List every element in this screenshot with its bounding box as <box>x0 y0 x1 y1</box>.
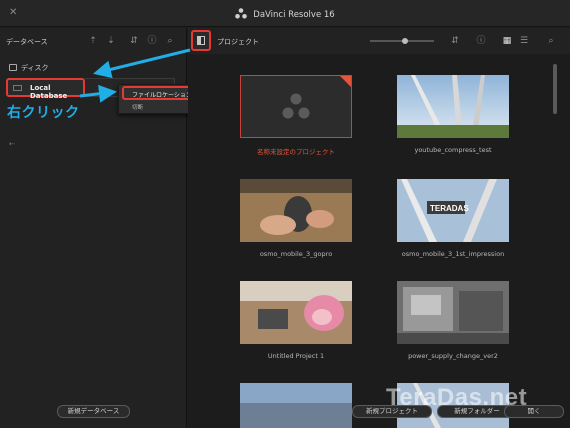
thumbnail-image <box>397 281 509 344</box>
link-icon: ⇠ <box>9 140 15 148</box>
project-name[interactable]: youtube_compress_test <box>373 146 533 154</box>
window-title: DaVinci Resolve 16 <box>0 8 570 20</box>
project-thumbnail[interactable] <box>240 281 352 344</box>
project-thumbnail[interactable] <box>240 383 352 428</box>
database-toolbar: データベース ⇡ ⇣ ⇵ ⓘ ⌕ <box>0 28 187 54</box>
vertical-scrollbar[interactable] <box>553 64 557 114</box>
watermark: TeraDas.net <box>386 384 528 411</box>
disk-icon <box>9 64 17 71</box>
project-name[interactable]: power_supply_change_ver2 <box>373 352 533 360</box>
search-icon[interactable]: ⌕ <box>545 35 557 47</box>
thumbnail-image <box>240 179 352 242</box>
selected-corner-marker <box>340 76 351 87</box>
window-title-text: DaVinci Resolve 16 <box>253 10 335 20</box>
grid-view-icon[interactable]: ▦ <box>501 35 513 47</box>
new-database-button[interactable]: 新規データベース <box>57 405 130 418</box>
panel-toggle-icon <box>197 36 205 45</box>
projects-title: プロジェクト <box>217 38 259 46</box>
search-icon[interactable]: ⌕ <box>164 35 176 47</box>
project-thumbnail[interactable] <box>397 281 509 344</box>
davinci-logo-icon <box>282 93 310 119</box>
project-thumbnail[interactable] <box>397 75 509 138</box>
project-name[interactable]: Untitled Project 1 <box>216 352 376 360</box>
right-click-annotation: 右クリック <box>7 105 80 121</box>
database-title: データベース <box>6 38 48 46</box>
disconnect-menu-item[interactable]: 切断 <box>132 103 143 111</box>
svg-text:TERADAS: TERADAS <box>430 204 469 213</box>
zoom-slider-handle[interactable] <box>402 38 408 44</box>
sort-icon[interactable]: ⇵ <box>128 35 140 47</box>
info-icon[interactable]: ⓘ <box>475 35 487 47</box>
upload-icon[interactable]: ⇡ <box>87 35 99 47</box>
davinci-logo-icon <box>235 8 248 19</box>
project-name[interactable]: osmo_mobile_3_gopro <box>216 250 376 258</box>
download-icon[interactable]: ⇣ <box>105 35 117 47</box>
project-thumbnail[interactable]: TERADAS <box>397 179 509 242</box>
title-bar: ✕ DaVinci Resolve 16 <box>0 0 570 27</box>
project-name[interactable]: 名称未設定のプロジェクト <box>216 146 376 156</box>
sort-icon[interactable]: ⇵ <box>449 35 461 47</box>
database-icon <box>13 85 22 91</box>
project-toolbar: プロジェクト ⇵ ⓘ ▦ ☰ ⌕ <box>188 28 570 54</box>
list-view-icon[interactable]: ☰ <box>518 35 530 47</box>
project-thumbnail[interactable] <box>240 179 352 242</box>
sidebar-toggle-button[interactable] <box>191 30 211 51</box>
disk-section-header: ディスク <box>9 63 49 73</box>
zoom-slider[interactable] <box>370 38 434 44</box>
disk-section-label: ディスク <box>21 64 49 72</box>
project-name[interactable]: osmo_mobile_3_1st_impression <box>373 250 533 258</box>
project-thumbnail[interactable] <box>240 75 352 138</box>
local-database-label: Local Database <box>30 84 68 100</box>
local-database-item[interactable]: Local Database <box>6 78 85 100</box>
thumbnail-image: TERADAS <box>397 179 509 242</box>
thumbnail-image <box>397 75 509 138</box>
thumbnail-image <box>240 281 352 344</box>
info-icon[interactable]: ⓘ <box>146 35 158 47</box>
project-manager: プロジェクト ⇵ ⓘ ▦ ☰ ⌕ 名称未設定のプロジェクト youtube_co… <box>188 28 570 428</box>
thumbnail-image <box>240 383 352 428</box>
